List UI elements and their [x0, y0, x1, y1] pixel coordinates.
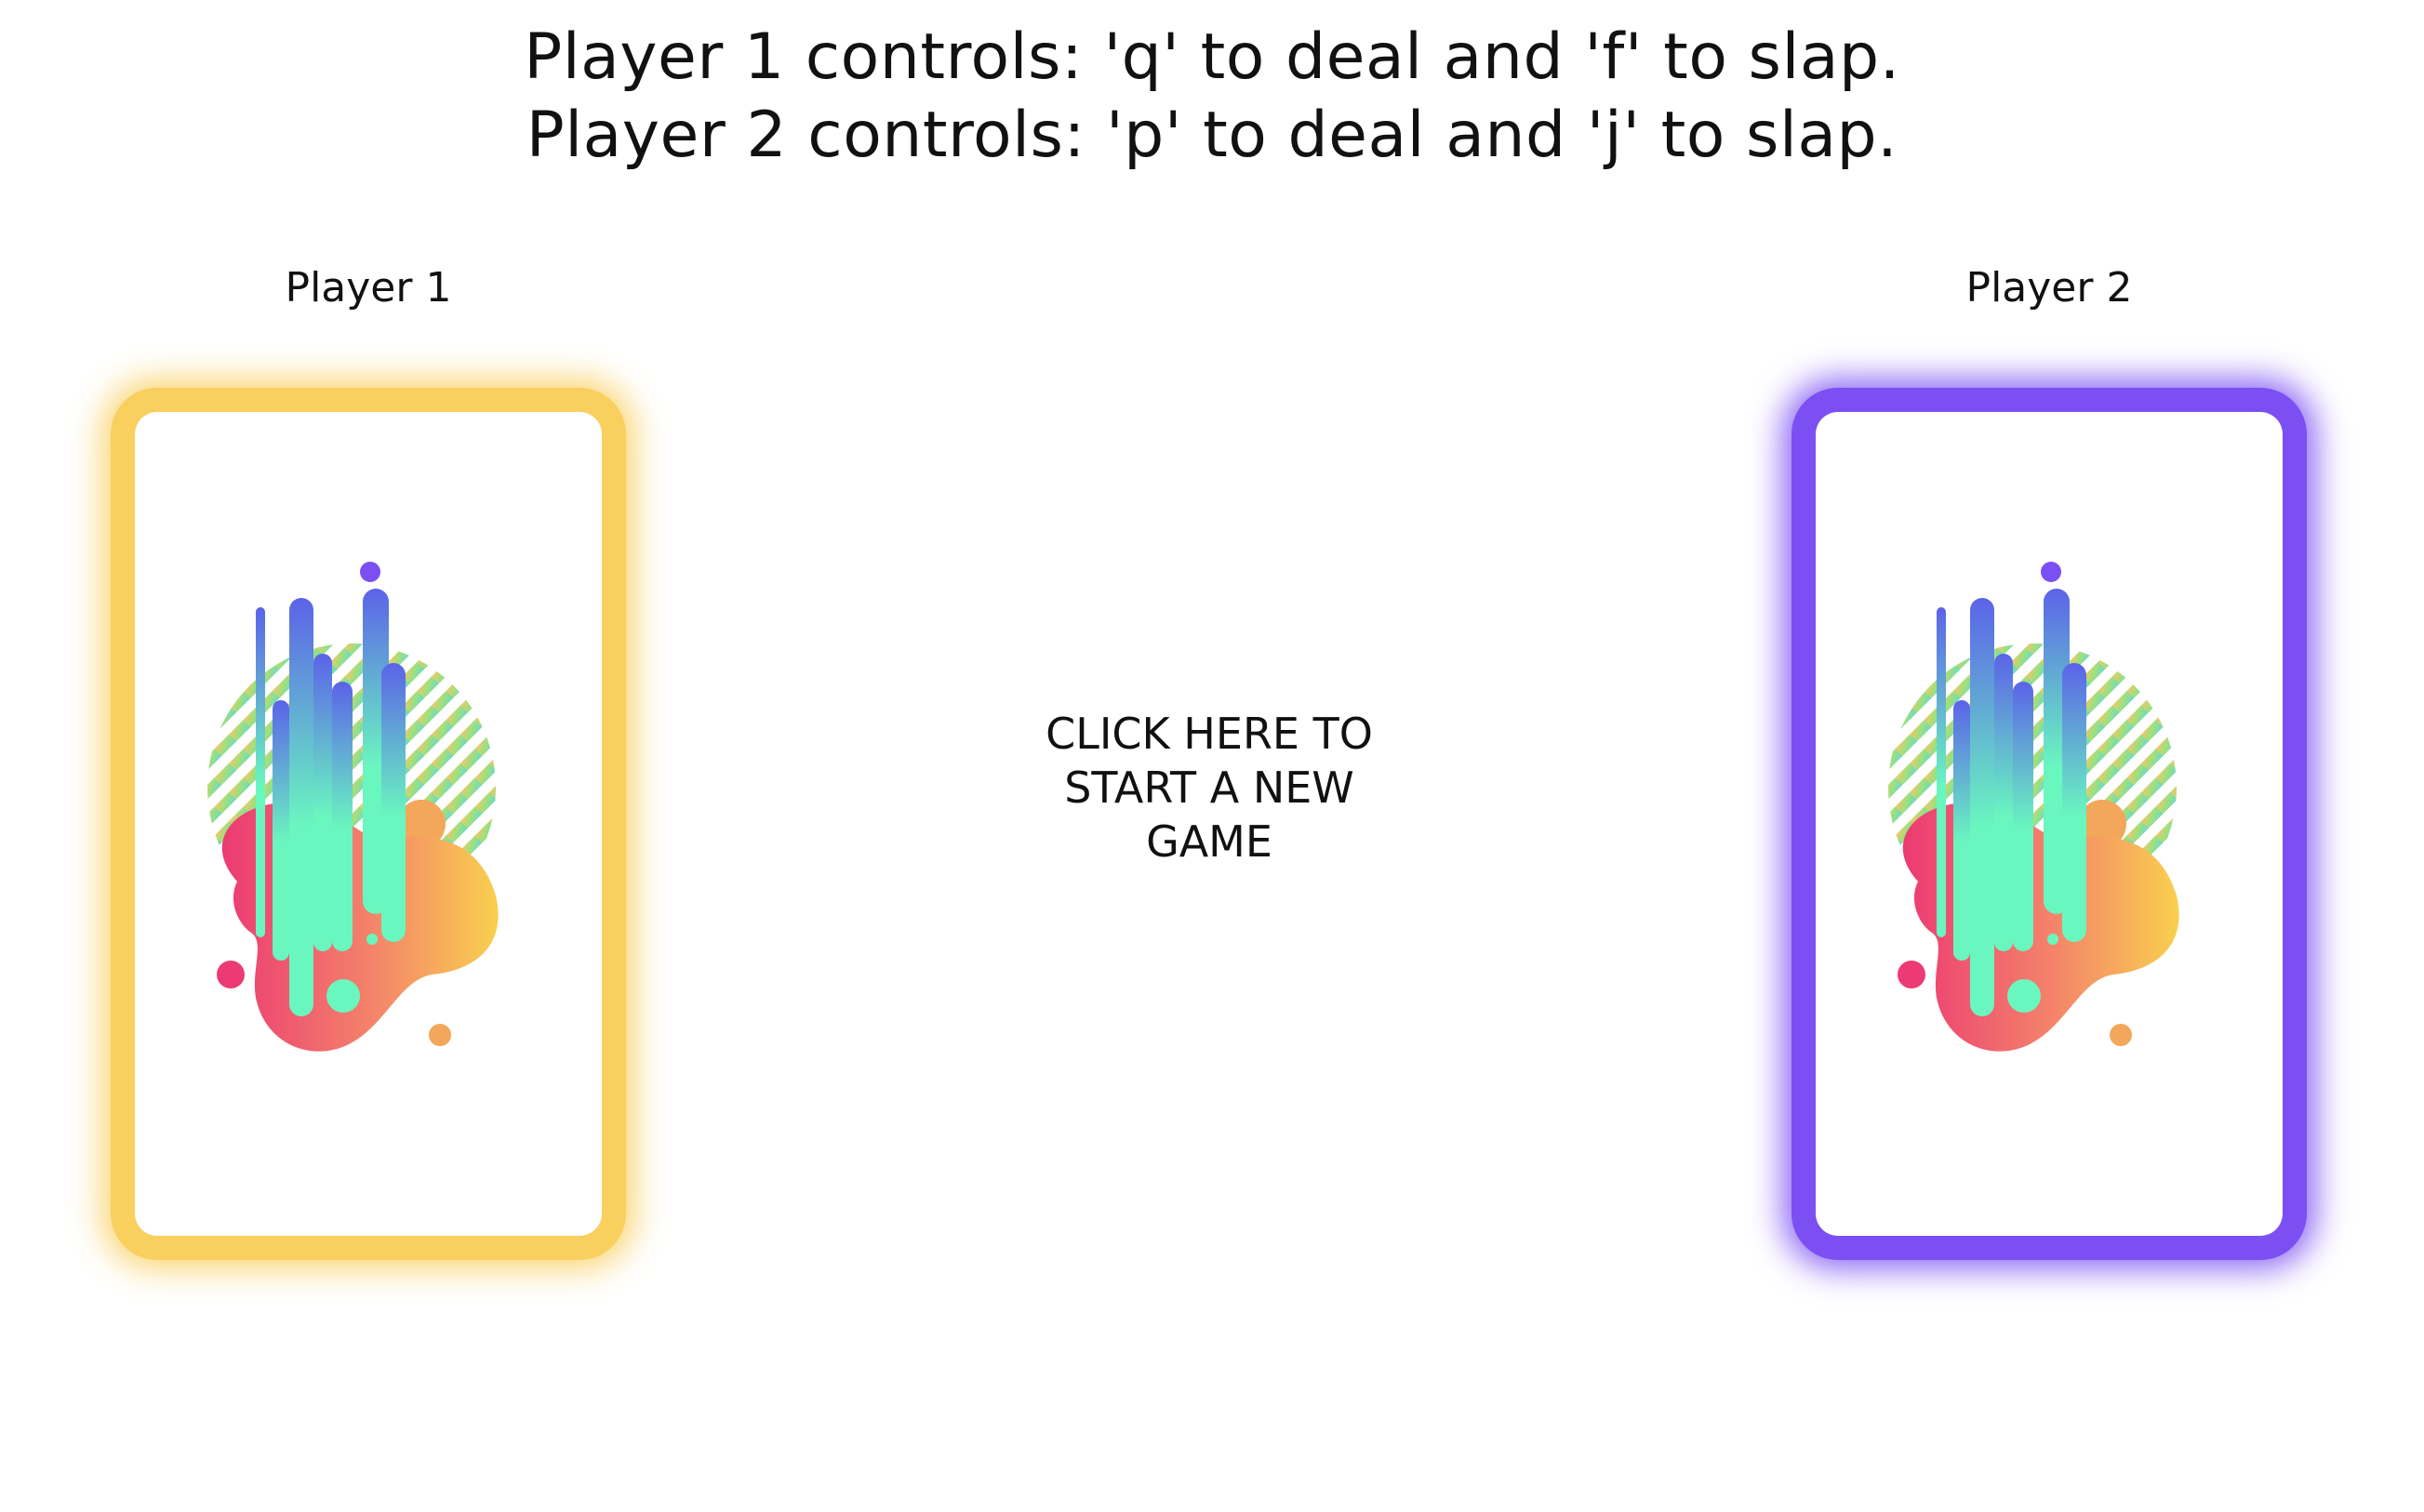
start-button-line2: START A NEW — [1064, 763, 1354, 813]
game-screen: Player 1 controls: 'q' to deal and 'f' t… — [0, 0, 2424, 1512]
abstract-paint-splash-icon — [207, 562, 499, 1052]
abstract-paint-splash-icon — [1888, 562, 2179, 1052]
player1-deck-card — [135, 412, 602, 1236]
player2-deck-card — [1816, 412, 2283, 1236]
player1-label: Player 1 — [285, 264, 452, 312]
controls-instructions: Player 1 controls: 'q' to deal and 'f' t… — [0, 19, 2424, 175]
start-button-line1: CLICK HERE TO — [1046, 709, 1373, 759]
start-button-line3: GAME — [1146, 816, 1272, 867]
start-new-game-button[interactable]: CLICK HERE TO START A NEW GAME — [1005, 707, 1414, 869]
player2-controls-text: Player 2 controls: 'p' to deal and 'j' t… — [526, 99, 1898, 172]
player2-label: Player 2 — [1965, 264, 2133, 312]
player1-controls-text: Player 1 controls: 'q' to deal and 'f' t… — [524, 20, 1900, 94]
